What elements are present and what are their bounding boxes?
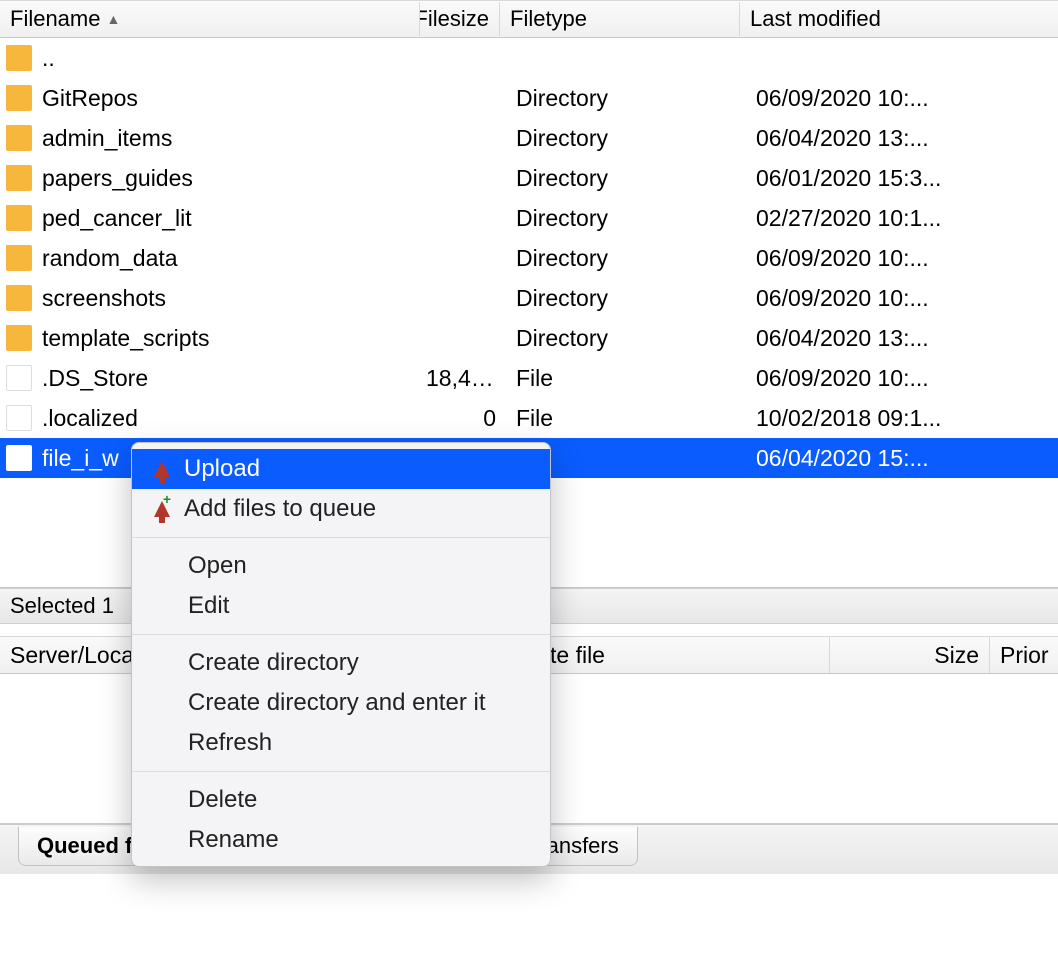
menu-rename[interactable]: Rename (132, 820, 550, 860)
file-modified: 06/04/2020 13:... (746, 325, 1058, 352)
col-priority[interactable]: Prior (990, 637, 1058, 673)
file-type: Directory (506, 285, 746, 312)
file-modified: 10/02/2018 09:1... (746, 405, 1058, 432)
file-name: admin_items (42, 125, 172, 152)
menu-upload[interactable]: Upload (132, 449, 550, 489)
file-modified: 06/01/2020 15:3... (746, 165, 1058, 192)
file-icon (6, 365, 32, 391)
file-size: 18,436 (426, 365, 506, 392)
folder-icon (6, 205, 32, 231)
menu-delete-label: Delete (188, 786, 257, 814)
menu-upload-label: Upload (184, 455, 260, 483)
file-modified: 06/09/2020 10:... (746, 245, 1058, 272)
file-row[interactable]: .. (0, 38, 1058, 78)
menu-refresh[interactable]: Refresh (132, 723, 550, 763)
menu-create-dir-label: Create directory (188, 649, 359, 677)
col-remote-file-label: te file (550, 642, 605, 669)
file-type: File (506, 405, 746, 432)
file-icon (6, 405, 32, 431)
file-name: ped_cancer_lit (42, 205, 192, 232)
menu-edit[interactable]: Edit (132, 586, 550, 626)
status-text: Selected 1 (10, 593, 114, 619)
file-name: template_scripts (42, 325, 209, 352)
file-row[interactable]: template_scripts Directory06/04/2020 13:.… (0, 318, 1058, 358)
upload-queue-icon (154, 501, 170, 517)
file-name: random_data (42, 245, 178, 272)
file-row[interactable]: .localized 0File10/02/2018 09:1... (0, 398, 1058, 438)
file-list-header: Filename ▲ Filesize Filetype Last modifi… (0, 0, 1058, 38)
folder-icon (6, 325, 32, 351)
upload-arrow-icon (154, 461, 170, 477)
file-type: Directory (506, 165, 746, 192)
col-filename-label: Filename (10, 6, 100, 32)
col-lastmodified[interactable]: Last modified (740, 2, 1058, 36)
menu-create-directory-enter[interactable]: Create directory and enter it (132, 683, 550, 723)
col-filename[interactable]: Filename ▲ (0, 2, 420, 36)
folder-icon (6, 245, 32, 271)
file-type: Directory (506, 245, 746, 272)
col-lastmodified-label: Last modified (750, 6, 881, 32)
menu-separator (132, 634, 550, 635)
menu-add-queue-label: Add files to queue (184, 495, 376, 523)
file-modified: 06/09/2020 10:... (746, 365, 1058, 392)
col-filesize-label: Filesize (420, 6, 489, 32)
menu-rename-label: Rename (188, 826, 279, 854)
menu-open-label: Open (188, 552, 247, 580)
menu-add-to-queue[interactable]: Add files to queue (132, 489, 550, 529)
file-name: .localized (42, 405, 138, 432)
col-filesize[interactable]: Filesize (420, 2, 500, 36)
folder-icon (6, 45, 32, 71)
sort-asc-icon: ▲ (106, 11, 120, 27)
file-icon (6, 445, 32, 471)
menu-open[interactable]: Open (132, 546, 550, 586)
menu-edit-label: Edit (188, 592, 229, 620)
file-row[interactable]: screenshots Directory06/09/2020 10:... (0, 278, 1058, 318)
file-name: .DS_Store (42, 365, 148, 392)
file-row[interactable]: GitRepos Directory06/09/2020 10:... (0, 78, 1058, 118)
file-type: Directory (506, 85, 746, 112)
menu-create-dir-enter-label: Create directory and enter it (188, 689, 485, 717)
col-filetype-label: Filetype (510, 6, 587, 32)
file-type: Directory (506, 205, 746, 232)
menu-separator (132, 537, 550, 538)
context-menu: Upload Add files to queue Open Edit Crea… (131, 442, 551, 867)
file-name: file_i_w (42, 445, 119, 472)
file-row[interactable]: .DS_Store 18,436File06/09/2020 10:... (0, 358, 1058, 398)
folder-icon (6, 285, 32, 311)
file-name: .. (42, 45, 55, 72)
file-row[interactable]: papers_guides Directory06/01/2020 15:3... (0, 158, 1058, 198)
file-modified: 06/04/2020 15:... (746, 445, 1058, 472)
folder-icon (6, 165, 32, 191)
file-name: papers_guides (42, 165, 193, 192)
menu-refresh-label: Refresh (188, 729, 272, 757)
file-modified: 06/09/2020 10:... (746, 285, 1058, 312)
col-filetype[interactable]: Filetype (500, 2, 740, 36)
file-modified: 06/04/2020 13:... (746, 125, 1058, 152)
menu-delete[interactable]: Delete (132, 780, 550, 820)
file-type: Directory (506, 125, 746, 152)
col-size[interactable]: Size (830, 637, 990, 673)
file-size: 0 (426, 405, 506, 432)
folder-icon (6, 125, 32, 151)
file-modified: 06/09/2020 10:... (746, 85, 1058, 112)
folder-icon (6, 85, 32, 111)
file-row[interactable]: admin_items Directory06/04/2020 13:... (0, 118, 1058, 158)
file-row[interactable]: random_data Directory06/09/2020 10:... (0, 238, 1058, 278)
col-size-label: Size (934, 642, 979, 669)
file-name: GitRepos (42, 85, 138, 112)
file-modified: 02/27/2020 10:1... (746, 205, 1058, 232)
file-type: File (506, 365, 746, 392)
file-type: Directory (506, 325, 746, 352)
file-row[interactable]: ped_cancer_lit Directory02/27/2020 10:1..… (0, 198, 1058, 238)
file-name: screenshots (42, 285, 166, 312)
col-server-local-label: Server/Loca (10, 642, 134, 669)
menu-separator (132, 771, 550, 772)
col-priority-label: Prior (1000, 642, 1049, 669)
menu-create-directory[interactable]: Create directory (132, 643, 550, 683)
